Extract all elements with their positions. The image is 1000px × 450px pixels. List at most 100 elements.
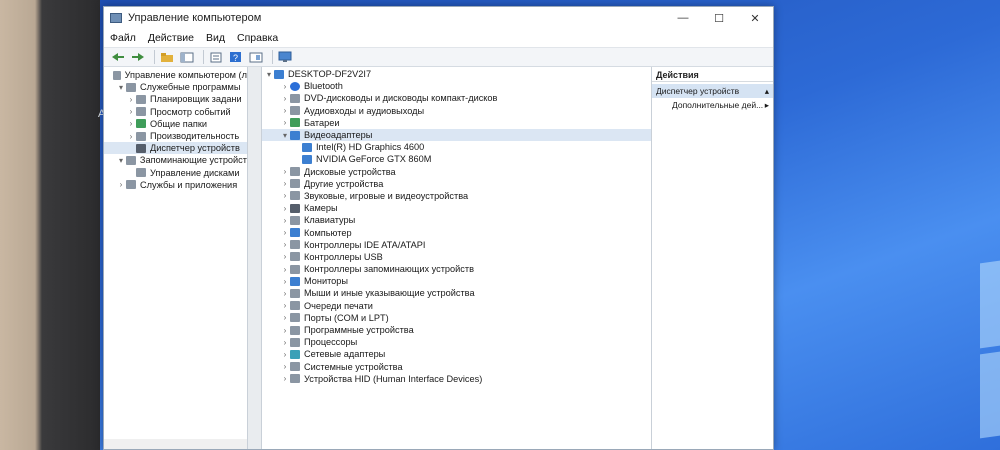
device-tree-item[interactable]: › Камеры (262, 202, 651, 214)
chevron-right-icon[interactable]: › (280, 277, 290, 286)
chevron-right-icon[interactable]: › (280, 228, 290, 237)
device-tree-item[interactable]: › Контроллеры запоминающих устройств (262, 263, 651, 275)
console-tree-item[interactable]: ▾ Служебные программы (104, 81, 247, 93)
minimize-button[interactable]: — (665, 7, 701, 29)
chevron-right-icon[interactable]: › (280, 82, 290, 91)
device-tree-item[interactable]: › DVD-дисководы и дисководы компакт-диско… (262, 92, 651, 104)
device-tree-label: NVIDIA GeForce GTX 860M (316, 154, 432, 165)
device-tree-label: Камеры (304, 203, 338, 214)
chevron-right-icon[interactable]: › (280, 240, 290, 249)
device-tree-label: Клавиатуры (304, 215, 356, 226)
device-tree-root[interactable]: ▾ DESKTOP-DF2V2I7 (262, 68, 651, 80)
device-tree-item[interactable]: › Мониторы (262, 275, 651, 287)
menu-help[interactable]: Справка (237, 32, 278, 44)
properties-icon[interactable] (208, 50, 224, 64)
chevron-right-icon[interactable]: › (280, 252, 290, 261)
device-tree-item[interactable]: › Системные устройства (262, 361, 651, 373)
menu-action[interactable]: Действие (148, 32, 194, 44)
chevron-right-icon[interactable]: › (280, 338, 290, 347)
device-tree-item[interactable]: › Порты (COM и LPT) (262, 312, 651, 324)
chevron-right-icon[interactable]: › (280, 106, 290, 115)
device-tree-item[interactable]: › Процессоры (262, 336, 651, 348)
menu-view[interactable]: Вид (206, 32, 225, 44)
maximize-button[interactable]: ☐ (701, 7, 737, 29)
actions-device-manager[interactable]: Диспетчер устройств ▴ (652, 84, 773, 98)
device-tree-item[interactable]: › Устройства HID (Human Interface Devices… (262, 373, 651, 385)
chevron-right-icon[interactable]: › (280, 118, 290, 127)
actions-more[interactable]: Дополнительные дей... ▸ (652, 98, 773, 112)
device-tree-item[interactable]: › Клавиатуры (262, 214, 651, 226)
chevron-right-icon[interactable]: › (280, 191, 290, 200)
device-tree-item[interactable]: › Контроллеры USB (262, 251, 651, 263)
chevron-right-icon[interactable]: › (280, 289, 290, 298)
chevron-right-icon[interactable]: › (280, 301, 290, 310)
view-icon[interactable] (248, 50, 264, 64)
console-tree-item[interactable]: › Просмотр событий (104, 106, 247, 118)
console-tree-item[interactable]: › Службы и приложения (104, 179, 247, 191)
chevron-right-icon[interactable]: › (126, 132, 136, 141)
chevron-right-icon[interactable]: › (280, 326, 290, 335)
chevron-right-icon[interactable]: › (280, 216, 290, 225)
device-tree-item[interactable]: › Сетевые адаптеры (262, 348, 651, 360)
device-tree-item[interactable]: › Контроллеры IDE ATA/ATAPI (262, 239, 651, 251)
device-tree-item[interactable]: › Другие устройства (262, 178, 651, 190)
chevron-right-icon[interactable]: › (126, 107, 136, 116)
chevron-right-icon[interactable]: › (280, 204, 290, 213)
forward-arrow-icon[interactable] (130, 50, 146, 64)
chevron-down-icon[interactable]: ▾ (116, 83, 126, 92)
console-tree-item[interactable]: › Общие папки (104, 118, 247, 130)
chevron-right-icon[interactable]: › (280, 265, 290, 274)
horizontal-scrollbar[interactable] (104, 439, 247, 449)
device-tree-item[interactable]: NVIDIA GeForce GTX 860M (262, 153, 651, 165)
device-category-icon (290, 264, 300, 274)
console-tree-item[interactable]: › Производительность (104, 130, 247, 142)
chevron-down-icon[interactable]: ▾ (280, 131, 290, 140)
help-icon[interactable]: ? (228, 50, 244, 64)
chevron-right-icon[interactable]: › (126, 95, 136, 104)
chevron-right-icon[interactable]: › (280, 374, 290, 383)
console-tree-item[interactable]: › Планировщик задани (104, 93, 247, 105)
pane-splitter[interactable] (248, 67, 262, 449)
device-tree-item[interactable]: ▾ Видеоадаптеры (262, 128, 651, 142)
console-tree-item[interactable]: Управление дисками (104, 167, 247, 179)
device-tree-item[interactable]: › Программные устройства (262, 324, 651, 336)
console-tree-item[interactable]: Управление компьютером (л (104, 69, 247, 81)
collapse-arrow-icon[interactable]: ▴ (765, 86, 769, 97)
chevron-right-icon[interactable]: › (280, 313, 290, 322)
chevron-right-icon[interactable]: › (116, 180, 126, 189)
console-tree-item[interactable]: Диспетчер устройств (104, 142, 247, 155)
monitor-icon[interactable] (277, 50, 293, 64)
chevron-down-icon[interactable]: ▾ (116, 156, 126, 165)
chevron-right-icon[interactable]: › (126, 119, 136, 128)
device-category-icon (136, 107, 146, 117)
device-tree-item[interactable]: Intel(R) HD Graphics 4600 (262, 141, 651, 153)
folder-up-icon[interactable] (159, 50, 175, 64)
chevron-right-icon[interactable]: › (280, 362, 290, 371)
actions-header: Действия (652, 68, 773, 82)
toolbar: ? (104, 47, 773, 67)
console-tree-item[interactable]: ▾ Запоминающие устройст (104, 154, 247, 166)
title-bar[interactable]: Управление компьютером — ☐ ✕ (104, 7, 773, 29)
device-tree: ▾ DESKTOP-DF2V2I7 › Bluetooth › DVD-дисководы… (262, 67, 651, 385)
device-category-icon (290, 252, 300, 262)
device-tree-item[interactable]: › Звуковые, игровые и видеоустройства (262, 190, 651, 202)
chevron-down-icon[interactable]: ▾ (264, 70, 274, 79)
device-tree-item[interactable]: › Bluetooth (262, 80, 651, 92)
device-tree-item[interactable]: › Батареи (262, 117, 651, 129)
chevron-right-icon[interactable]: › (280, 94, 290, 103)
device-tree-item[interactable]: › Мыши и иные указывающие устройства (262, 287, 651, 299)
chevron-right-icon[interactable]: › (280, 350, 290, 359)
chevron-right-icon[interactable]: › (280, 167, 290, 176)
chevron-right-icon[interactable]: › (280, 179, 290, 188)
device-category-icon (290, 362, 300, 372)
back-arrow-icon[interactable] (110, 50, 126, 64)
close-button[interactable]: ✕ (737, 7, 773, 29)
console-tree-icon[interactable] (179, 50, 195, 64)
device-tree-item[interactable]: › Компьютер (262, 226, 651, 238)
menu-file[interactable]: Файл (110, 32, 136, 44)
device-tree-item[interactable]: › Дисковые устройства (262, 166, 651, 178)
console-tree-label: Общие папки (150, 118, 207, 129)
console-tree-label: Служебные программы (140, 82, 241, 93)
device-tree-item[interactable]: › Очереди печати (262, 300, 651, 312)
device-tree-item[interactable]: › Аудиовходы и аудиовыходы (262, 105, 651, 117)
